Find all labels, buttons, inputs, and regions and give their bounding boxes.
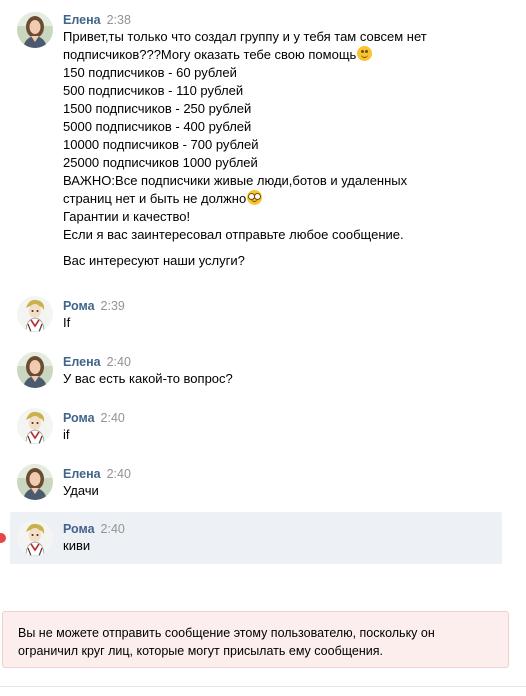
message-time[interactable]: 2:40 [101,411,125,425]
message-time[interactable]: 2:39 [101,299,125,313]
avatar[interactable] [17,352,53,388]
message-time[interactable]: 2:40 [101,522,125,536]
message-header: Рома 2:40 [63,521,125,537]
message-line: 500 подписчиков - 110 рублей [63,83,244,98]
message-item[interactable]: Елена 2:40 У вас есть какой-то вопрос? [10,344,502,394]
message-line: 5000 подписчиков - 400 рублей [63,119,252,134]
notice-line: ограничил круг лиц, которые могут присыл… [18,644,383,658]
message-time[interactable]: 2:38 [107,13,131,27]
message-time[interactable]: 2:40 [107,467,131,481]
message-text: Удачи [63,483,99,498]
message-item[interactable]: Рома 2:39 If [10,288,502,338]
divider [0,686,526,687]
message-line: Если я вас заинтересовал отправьте любое… [63,227,404,242]
author-name[interactable]: Рома [63,522,95,536]
notice-line: Вы не можете отправить сообщение этому п… [18,626,435,640]
smiling-face-emoji-icon [357,46,373,61]
message-line: Вас интересуют наши услуги? [63,253,245,268]
avatar[interactable] [17,12,53,48]
message-line-text: подписчиков???Могу оказать тебе свою пом… [63,47,357,62]
message-line-text: страниц нет и быть не должно [63,191,247,206]
message-text: У вас есть какой-то вопрос? [63,371,233,386]
message-header: Елена 2:40 [63,466,131,482]
message-line: 10000 подписчиков - 700 рублей [63,137,259,152]
author-name[interactable]: Елена [63,467,101,481]
message-line: подписчиков???Могу оказать тебе свою пом… [63,46,492,64]
message-line: 150 подписчиков - 60 рублей [63,65,237,80]
message-line: ВАЖНО:Все подписчики живые люди,ботов и … [63,173,408,188]
message-line: 25000 подписчиков 1000 рублей [63,155,258,170]
nerd-face-emoji-icon [247,190,263,205]
avatar[interactable] [17,520,53,556]
author-name[interactable]: Рома [63,299,95,313]
message-header: Рома 2:40 [63,410,125,426]
author-name[interactable]: Елена [63,355,101,369]
author-name[interactable]: Рома [63,411,95,425]
cannot-send-notice: Вы не можете отправить сообщение этому п… [2,611,509,668]
message-text: Привет,ты только что создал группу и у т… [63,28,492,270]
message-text: If [63,315,71,330]
message-item-unread[interactable]: Рома 2:40 киви [10,512,502,564]
author-name[interactable]: Елена [63,13,101,27]
message-item[interactable]: Елена 2:40 Удачи [10,456,502,506]
avatar[interactable] [17,408,53,444]
message-item[interactable]: Елена 2:38 Привет,ты только что создал гр… [10,6,502,286]
message-header: Елена 2:38 [63,12,131,28]
message-line: 1500 подписчиков - 250 рублей [63,101,252,116]
avatar[interactable] [17,464,53,500]
message-item[interactable]: Рома 2:40 if [10,400,502,450]
message-text: if [63,427,70,442]
unread-indicator-icon [0,533,6,543]
message-line: Гарантии и качество! [63,209,191,224]
message-header: Рома 2:39 [63,298,125,314]
message-line: Привет,ты только что создал группу и у т… [63,29,427,44]
message-line: страниц нет и быть не должно [63,190,492,208]
avatar[interactable] [17,296,53,332]
message-text: киви [63,538,91,553]
message-header: Елена 2:40 [63,354,131,370]
message-time[interactable]: 2:40 [107,355,131,369]
notice-text: Вы не можете отправить сообщение этому п… [18,624,493,660]
